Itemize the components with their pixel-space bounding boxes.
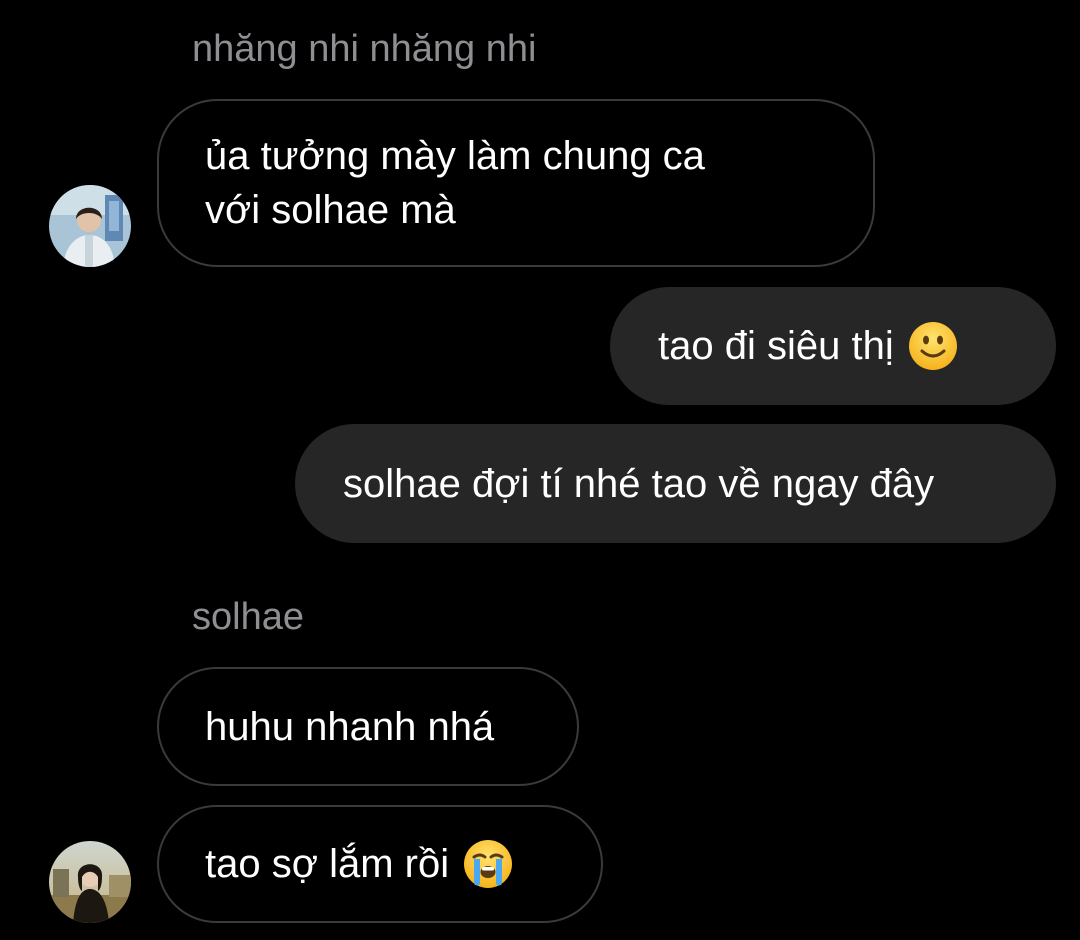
message-text: ủa tưởng mày làm chung ca với solhae mà [205,134,705,232]
sender-name: solhae [192,596,304,638]
message-bubble-incoming[interactable]: huhu nhanh nhá [157,667,579,786]
loudly-crying-face-emoji [464,840,513,888]
message-text: tao sợ lắm rồi [205,842,450,886]
message-text: solhae đợi tí nhé tao về ngay đây [343,461,935,506]
avatar[interactable] [49,841,131,923]
message-bubble-incoming[interactable]: tao sợ lắm rồi [157,805,603,923]
avatar[interactable] [49,185,131,267]
message-bubble-incoming[interactable]: ủa tưởng mày làm chung ca với solhae mà [157,99,875,267]
message-text: huhu nhanh nhá [205,704,495,749]
avatar-photo-male [49,185,131,267]
message-bubble-outgoing[interactable]: tao đi siêu thị [610,287,1056,405]
message-text: tao đi siêu thị [658,324,894,368]
message-bubble-outgoing[interactable]: solhae đợi tí nhé tao về ngay đây [295,424,1056,543]
slightly-smiling-face-emoji [908,322,957,370]
sender-name: nhăng nhi nhăng nhi [192,28,537,70]
avatar-photo-female [49,841,131,923]
